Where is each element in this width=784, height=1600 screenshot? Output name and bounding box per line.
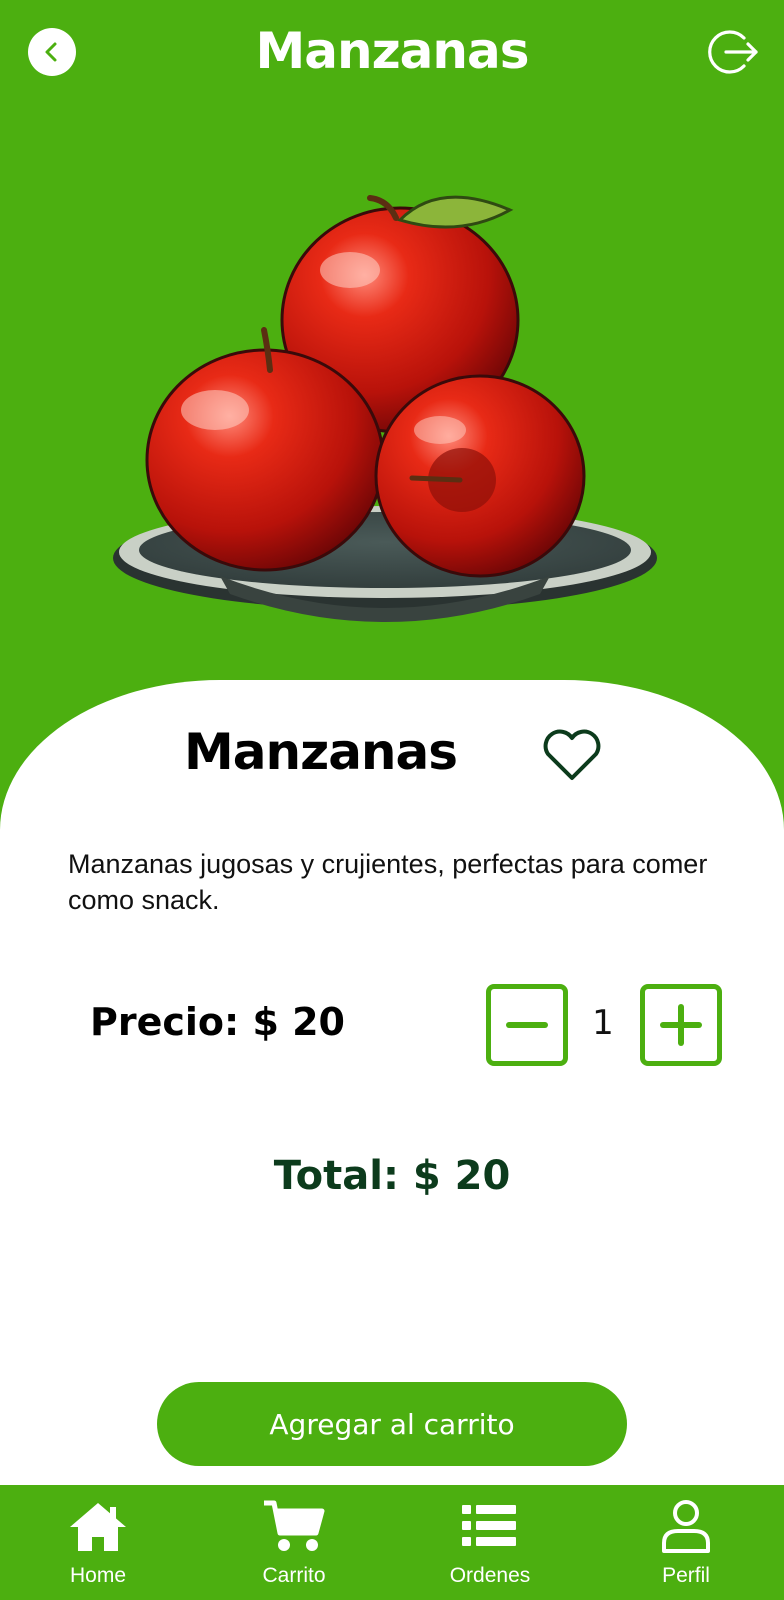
nav-item-ordenes[interactable]: Ordenes (420, 1485, 560, 1600)
user-icon (662, 1500, 710, 1553)
product-description: Manzanas jugosas y crujientes, perfectas… (68, 849, 708, 915)
order-total: Total: $ 20 (273, 1153, 511, 1199)
add-to-cart-button[interactable]: Agregar al carrito (157, 1382, 627, 1466)
app-header: Manzanas (0, 0, 784, 110)
product-detail-card (0, 680, 784, 1485)
heart-outline-icon (543, 729, 601, 780)
increase-quantity-button[interactable] (640, 984, 722, 1066)
nav-item-carrito[interactable]: Carrito (224, 1485, 364, 1600)
logout-icon (708, 30, 758, 74)
nav-label-home: Home (69, 1564, 127, 1587)
minus-icon (506, 1022, 548, 1028)
nav-label-ordenes: Ordenes (449, 1564, 531, 1587)
product-image (113, 195, 657, 622)
nav-label-perfil: Perfil (662, 1564, 710, 1587)
list-icon (462, 1505, 516, 1546)
nav-label-carrito: Carrito (262, 1564, 326, 1587)
favorite-button[interactable] (540, 728, 604, 784)
logout-button[interactable] (704, 24, 760, 80)
bottom-navigation: Home Carrito Ordenes Perfil (0, 1485, 784, 1600)
nav-item-perfil[interactable]: Perfil (616, 1485, 756, 1600)
product-name: Manzanas (184, 723, 458, 781)
product-price: Precio: $ 20 (90, 1000, 345, 1044)
page-title: Manzanas (255, 22, 529, 80)
home-icon (70, 1503, 126, 1551)
nav-item-home[interactable]: Home (28, 1485, 168, 1600)
decrease-quantity-button[interactable] (486, 984, 568, 1066)
quantity-value: 1 (592, 1003, 614, 1043)
cart-icon (264, 1500, 325, 1551)
plus-icon (660, 1004, 702, 1046)
